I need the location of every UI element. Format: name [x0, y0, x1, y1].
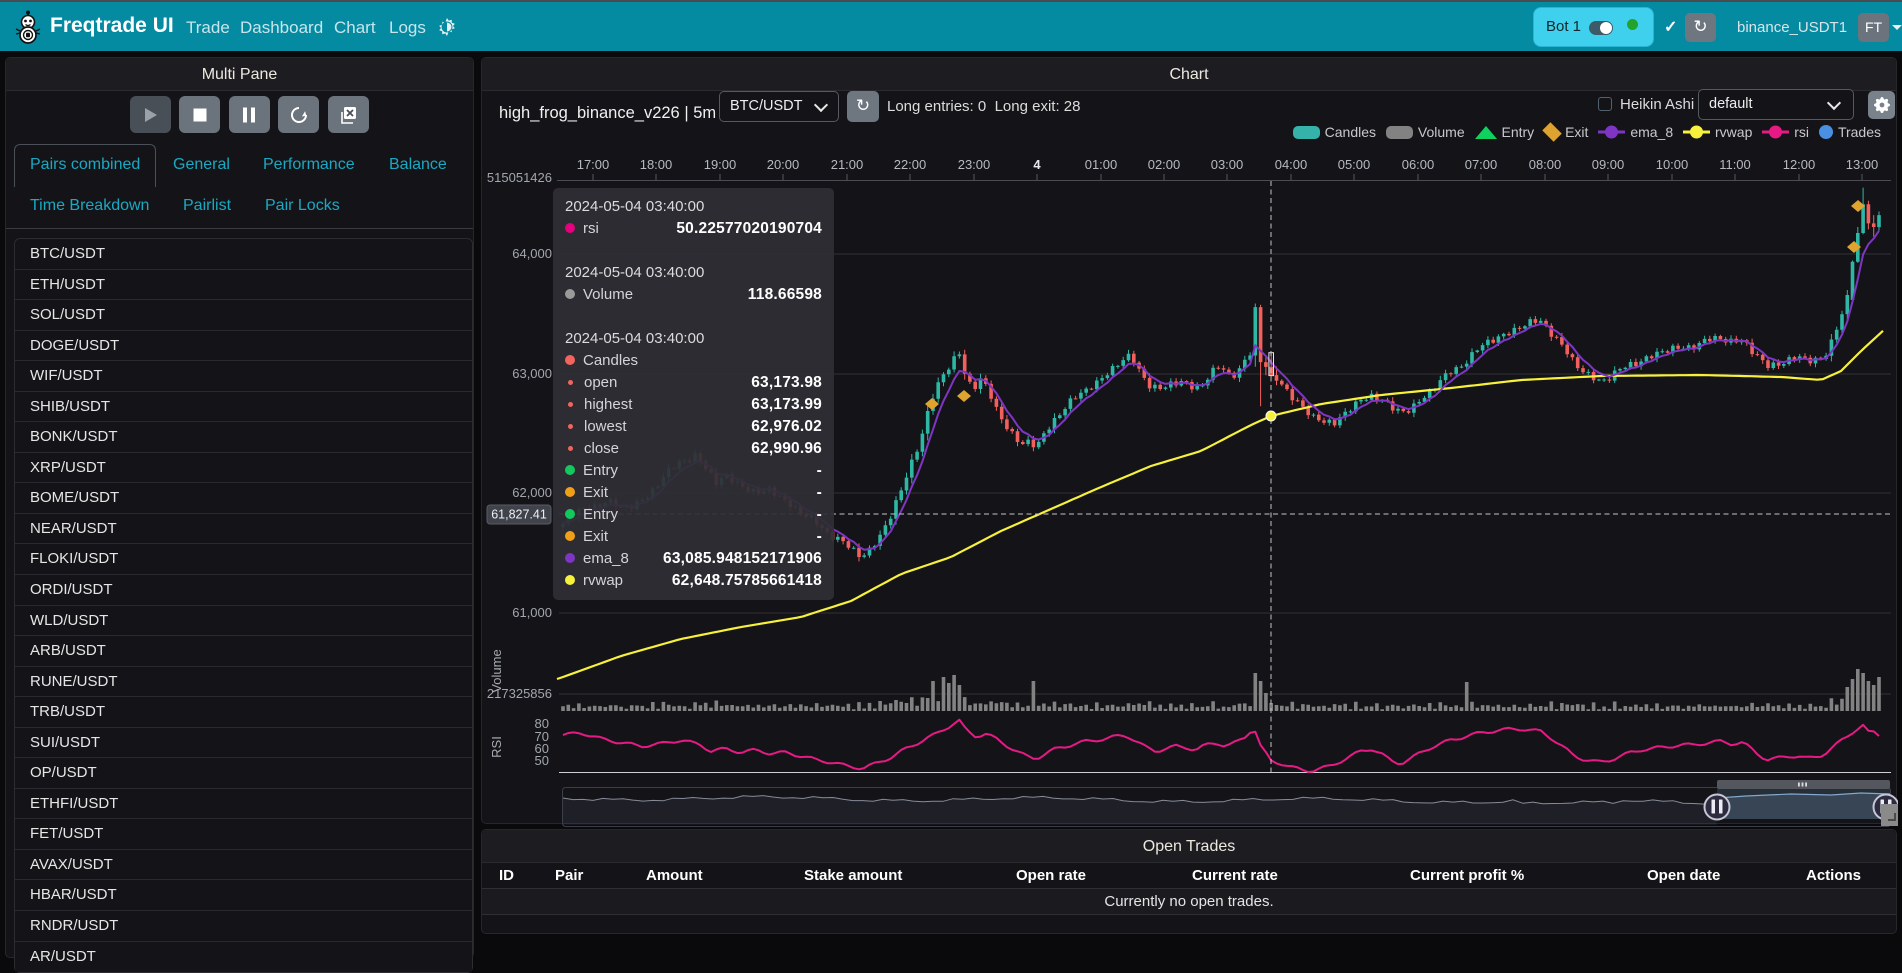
- svg-text:13:00: 13:00: [1846, 157, 1879, 172]
- svg-text:61,000: 61,000: [512, 605, 552, 620]
- svg-text:04:00: 04:00: [1275, 157, 1308, 172]
- svg-text:07:00: 07:00: [1465, 157, 1498, 172]
- svg-text:11:00: 11:00: [1719, 157, 1751, 172]
- svg-text:18:00: 18:00: [640, 157, 673, 172]
- svg-text:23:00: 23:00: [958, 157, 991, 172]
- svg-text:22:00: 22:00: [894, 157, 927, 172]
- svg-text:01:00: 01:00: [1085, 157, 1118, 172]
- svg-text:03:00: 03:00: [1211, 157, 1244, 172]
- svg-text:515051426: 515051426: [487, 170, 552, 185]
- svg-text:05:00: 05:00: [1338, 157, 1371, 172]
- svg-text:Volume: Volume: [489, 649, 504, 692]
- svg-text:02:00: 02:00: [1148, 157, 1181, 172]
- svg-text:09:00: 09:00: [1592, 157, 1625, 172]
- svg-text:21:00: 21:00: [831, 157, 864, 172]
- svg-text:19:00: 19:00: [704, 157, 737, 172]
- svg-text:62,000: 62,000: [512, 485, 552, 500]
- svg-text:08:00: 08:00: [1529, 157, 1562, 172]
- svg-text:12:00: 12:00: [1783, 157, 1816, 172]
- svg-text:20:00: 20:00: [767, 157, 800, 172]
- svg-text:64,000: 64,000: [512, 246, 552, 261]
- svg-text:10:00: 10:00: [1656, 157, 1689, 172]
- svg-text:06:00: 06:00: [1402, 157, 1435, 172]
- svg-text:4: 4: [1033, 157, 1041, 172]
- svg-text:50: 50: [535, 753, 549, 768]
- svg-text:61,827.41: 61,827.41: [491, 508, 547, 522]
- svg-text:63,000: 63,000: [512, 366, 552, 381]
- svg-text:RSI: RSI: [489, 736, 504, 758]
- svg-text:17:00: 17:00: [577, 157, 610, 172]
